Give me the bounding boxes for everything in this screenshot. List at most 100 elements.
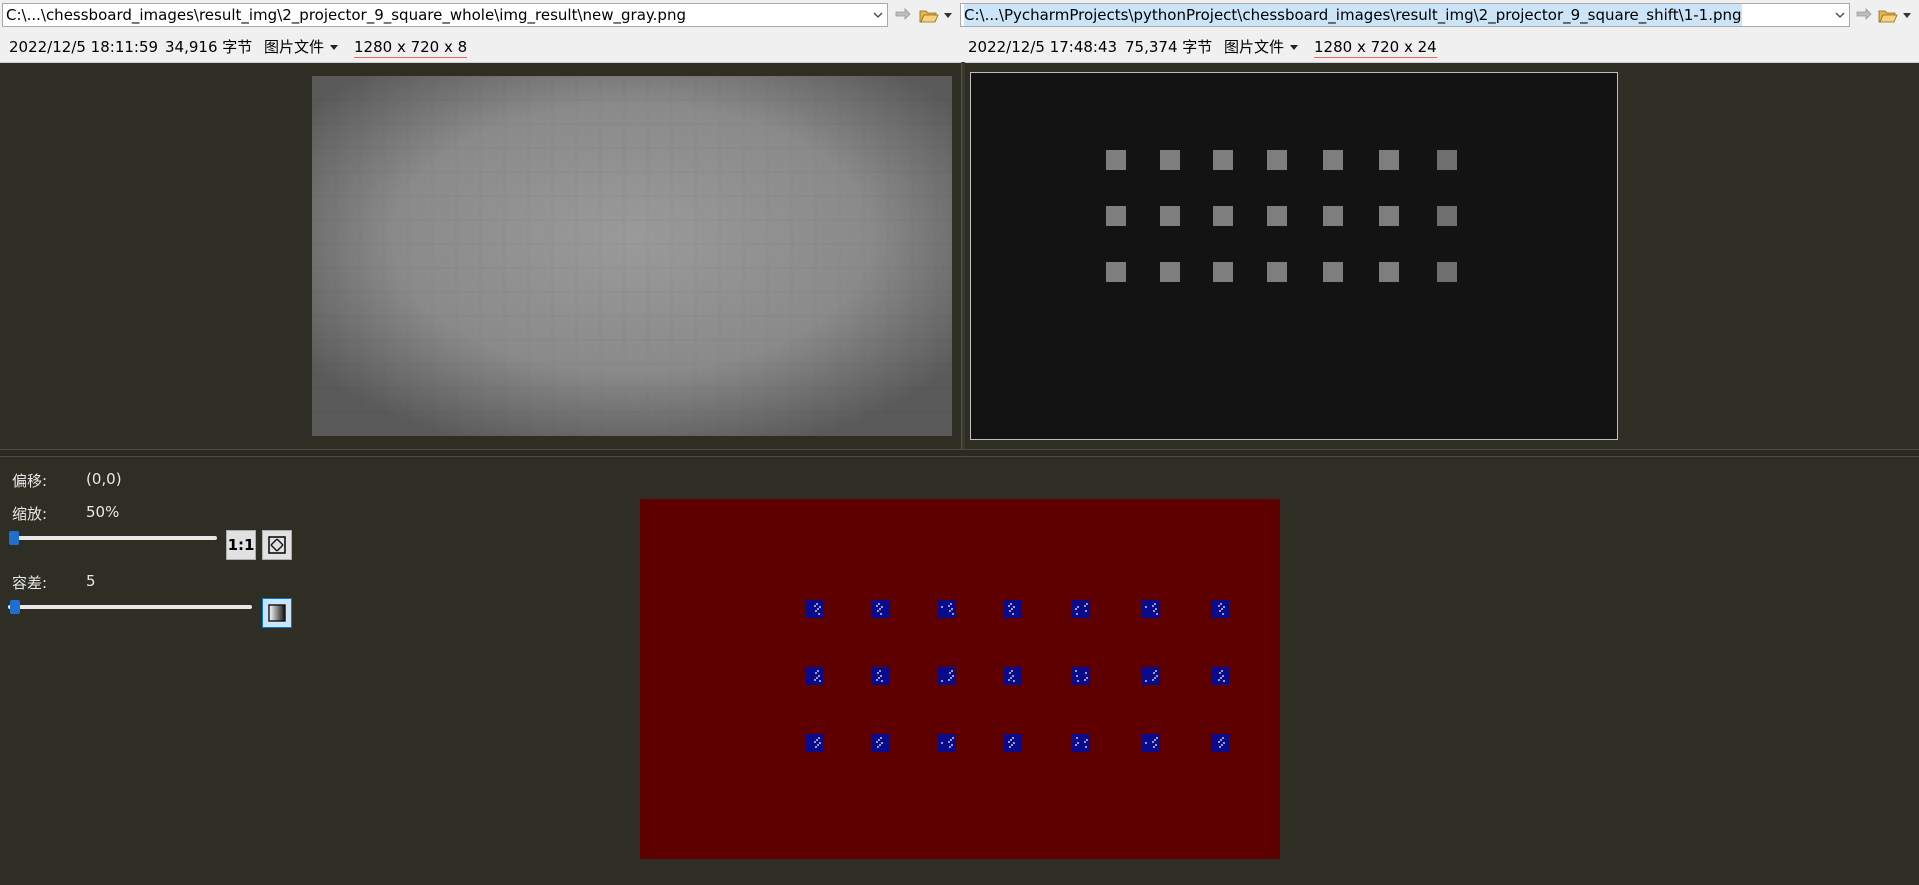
diff-speckle (880, 737, 882, 739)
tolerance-slider-track[interactable] (8, 605, 252, 609)
sync-arrow-icon[interactable] (892, 5, 914, 27)
diff-speckle (1152, 741, 1154, 743)
diff-speckle (1084, 741, 1086, 743)
diff-speckle (1076, 675, 1078, 677)
diff-speckle (1013, 742, 1015, 744)
diff-speckle (1153, 610, 1155, 612)
projected-square (1323, 206, 1343, 226)
diff-speckle (1220, 677, 1222, 679)
diff-speckle (1218, 605, 1220, 607)
projected-square (1267, 206, 1287, 226)
projected-square (1379, 262, 1399, 282)
diff-marker (1211, 600, 1229, 618)
projected-square (1437, 262, 1457, 282)
diff-speckle (818, 675, 820, 677)
left-file-type-dropdown[interactable]: 图片文件 (264, 37, 339, 57)
left-image-gray-gradient[interactable] (312, 76, 952, 436)
diff-speckle (1156, 737, 1158, 739)
right-image-squares[interactable] (970, 72, 1618, 440)
folder-open-icon[interactable] (918, 5, 940, 27)
diff-speckle (1077, 680, 1079, 682)
diff-speckle (1009, 746, 1011, 748)
diff-speckle (1010, 603, 1012, 605)
horizontal-splitter[interactable] (0, 449, 1919, 457)
diff-speckle (1084, 679, 1086, 681)
diff-speckle (1010, 677, 1012, 679)
diff-speckle (1013, 606, 1015, 608)
diff-speckle (817, 608, 819, 610)
diff-speckle (1156, 675, 1158, 677)
diff-speckle (950, 603, 952, 605)
right-path-combobox[interactable]: C:\...\PycharmProjects\pythonProject\che… (960, 3, 1850, 27)
gradient-toggle-icon[interactable] (262, 598, 292, 628)
chevron-down-icon (1290, 45, 1299, 50)
diff-speckle (949, 672, 951, 674)
chevron-down-icon[interactable] (944, 13, 952, 18)
zoom-slider-track[interactable] (10, 536, 217, 540)
projected-square (1213, 206, 1233, 226)
tolerance-label: 容差: (12, 574, 48, 592)
folder-open-icon[interactable] (1877, 5, 1899, 27)
diff-speckle (815, 610, 817, 612)
diff-speckle (1085, 672, 1087, 674)
diff-speckle (1012, 675, 1014, 677)
diff-speckle (1221, 608, 1223, 610)
zoom-slider-thumb[interactable] (9, 531, 20, 545)
right-file-type-label: 图片文件 (1224, 38, 1285, 56)
diff-speckle (1086, 603, 1088, 605)
diff-speckle (1218, 679, 1220, 681)
diff-speckle (876, 679, 878, 681)
diff-speckle (951, 670, 953, 672)
diff-speckle (877, 746, 879, 748)
projected-square (1160, 206, 1180, 226)
diff-speckle (1076, 613, 1078, 615)
fit-to-window-icon[interactable] (262, 530, 292, 560)
diff-speckle (1013, 680, 1015, 682)
diff-speckle (816, 677, 818, 679)
right-file-date: 2022/12/5 17:48:43 (968, 38, 1118, 56)
diff-speckle (815, 746, 817, 748)
diff-speckle (952, 737, 954, 739)
diff-speckle (1011, 608, 1013, 610)
left-path-text: C:\...\chessboard_images\result_img\2_pr… (6, 6, 686, 24)
diff-speckle (819, 680, 821, 682)
diff-speckle (1220, 739, 1222, 741)
diff-speckle (880, 613, 882, 615)
diff-speckle (814, 605, 816, 607)
diff-speckle (881, 606, 883, 608)
diff-result-image[interactable] (640, 499, 1280, 859)
diff-speckle (878, 739, 880, 741)
diff-marker (1072, 600, 1090, 618)
diff-speckle (948, 605, 950, 607)
diff-speckle (1084, 605, 1086, 607)
chevron-down-icon[interactable] (1903, 13, 1911, 18)
vertical-splitter[interactable] (961, 62, 965, 450)
diff-marker (1142, 734, 1160, 752)
zoom-value: 50% (86, 503, 120, 521)
diff-speckle (1086, 739, 1088, 741)
diff-speckle (1220, 603, 1222, 605)
diff-speckle (1152, 679, 1154, 681)
diff-speckle (1009, 672, 1011, 674)
diff-speckle (819, 606, 821, 608)
sync-arrow-icon[interactable] (1853, 5, 1875, 27)
projected-square (1106, 262, 1126, 282)
diff-speckle (879, 744, 881, 746)
diff-speckle (877, 672, 879, 674)
left-path-combobox[interactable]: C:\...\chessboard_images\result_img\2_pr… (2, 3, 888, 27)
tolerance-slider-thumb[interactable] (10, 600, 21, 614)
diff-speckle (1221, 670, 1223, 672)
diff-speckle (817, 744, 819, 746)
chevron-down-icon[interactable] (1831, 4, 1849, 26)
diff-speckle (1145, 680, 1147, 682)
diff-speckle (1008, 605, 1010, 607)
diff-speckle (1075, 608, 1077, 610)
left-image-dims: 1280 x 720 x 8 (354, 38, 468, 58)
diff-speckle (1010, 739, 1012, 741)
diff-speckle (819, 742, 821, 744)
diff-speckle (941, 742, 943, 744)
diff-speckle (948, 679, 950, 681)
one-to-one-button[interactable]: 1:1 (226, 530, 256, 560)
chevron-down-icon[interactable] (869, 4, 887, 26)
right-file-type-dropdown[interactable]: 图片文件 (1224, 37, 1299, 57)
